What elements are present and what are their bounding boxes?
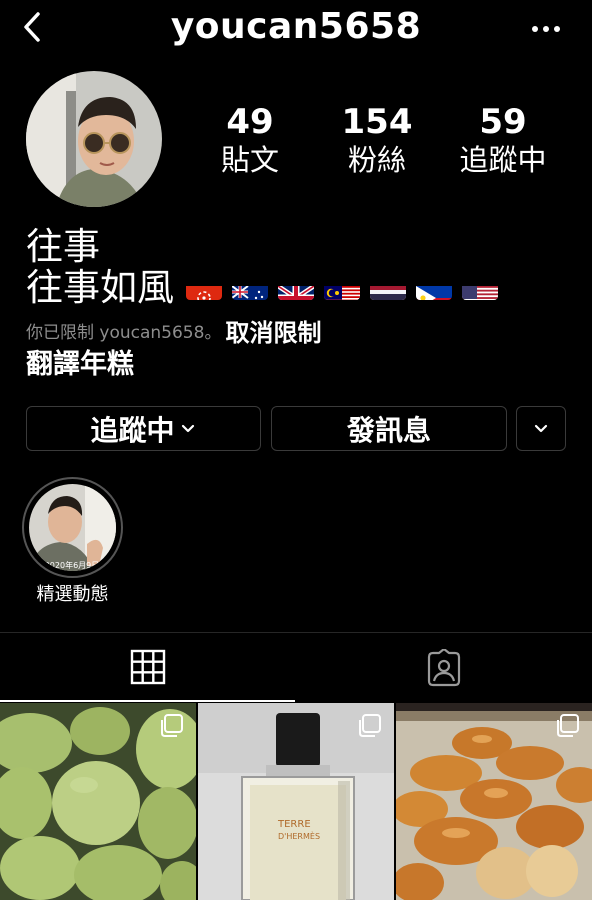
restricted-notice: 你已限制 youcan5658。 取消限制 [26, 318, 321, 348]
chevron-down-icon [534, 424, 548, 432]
multiple-posts-icon [557, 714, 579, 737]
posts-grid: TERRE D'HERMÈS [0, 703, 592, 900]
tab-tagged[interactable] [296, 633, 592, 702]
followers-stat[interactable]: 154 粉絲 [307, 102, 447, 178]
restricted-text: 你已限制 youcan5658。 [26, 323, 222, 343]
perfume-label-line2: D'HERMÈS [278, 830, 320, 841]
following-stat[interactable]: 59 追蹤中 [433, 102, 573, 178]
post-thumbnail[interactable] [396, 703, 592, 900]
australia-flag-icon [232, 276, 268, 300]
posts-count: 49 [226, 102, 274, 142]
grid-icon [130, 649, 165, 684]
translate-link[interactable]: 翻譯年糕 [26, 347, 134, 383]
message-button[interactable]: 發訊息 [271, 406, 507, 451]
following-button[interactable]: 追蹤中 [26, 406, 261, 451]
story-highlight[interactable]: 2020年6月9日 [22, 477, 123, 578]
flag-emoji-list [186, 276, 498, 300]
posts-stat[interactable]: 49 貼文 [180, 102, 320, 178]
malaysia-flag-icon [324, 276, 360, 300]
suggested-accounts-button[interactable] [516, 406, 566, 451]
post-thumbnail[interactable] [0, 703, 196, 900]
perfume-label-line1: TERRE [277, 819, 311, 830]
profile-header: youcan5658 [0, 0, 592, 58]
multiple-posts-icon [359, 714, 381, 737]
profile-tabs [0, 632, 592, 702]
followers-label: 粉絲 [347, 143, 406, 177]
usa-flag-icon [462, 276, 498, 300]
thailand-flag-icon [370, 276, 406, 300]
unrestrict-link[interactable]: 取消限制 [225, 318, 321, 348]
profile-avatar[interactable] [26, 71, 162, 207]
bio-text: 往事如風 [26, 266, 174, 309]
message-button-label: 發訊息 [346, 413, 431, 447]
multiple-posts-icon [161, 714, 183, 737]
posts-label: 貼文 [220, 143, 279, 177]
highlight-cover: 2020年6月9日 [29, 484, 116, 571]
highlight-label: 精選動態 [36, 584, 109, 605]
more-options-button[interactable] [526, 18, 566, 40]
profile-display-name: 往事 [26, 225, 100, 268]
bio-text-line: 往事如風 [26, 266, 498, 310]
following-button-label: 追蹤中 [90, 413, 175, 447]
chevron-down-icon [181, 424, 194, 432]
hong-kong-flag-icon [186, 276, 222, 300]
ellipsis-icon [532, 26, 560, 32]
avatar-photo [26, 71, 162, 207]
uk-flag-icon [278, 276, 314, 300]
philippines-flag-icon [416, 276, 452, 300]
tab-posts-grid[interactable] [0, 633, 295, 702]
post-thumbnail[interactable]: TERRE D'HERMÈS [198, 703, 394, 900]
profile-username: youcan5658 [170, 6, 422, 47]
tagged-person-icon [427, 648, 461, 686]
highlight-cover-text: 2020年6月9日 [45, 560, 100, 570]
followers-count: 154 [341, 102, 413, 142]
following-label: 追蹤中 [459, 143, 547, 177]
following-count: 59 [479, 102, 527, 142]
